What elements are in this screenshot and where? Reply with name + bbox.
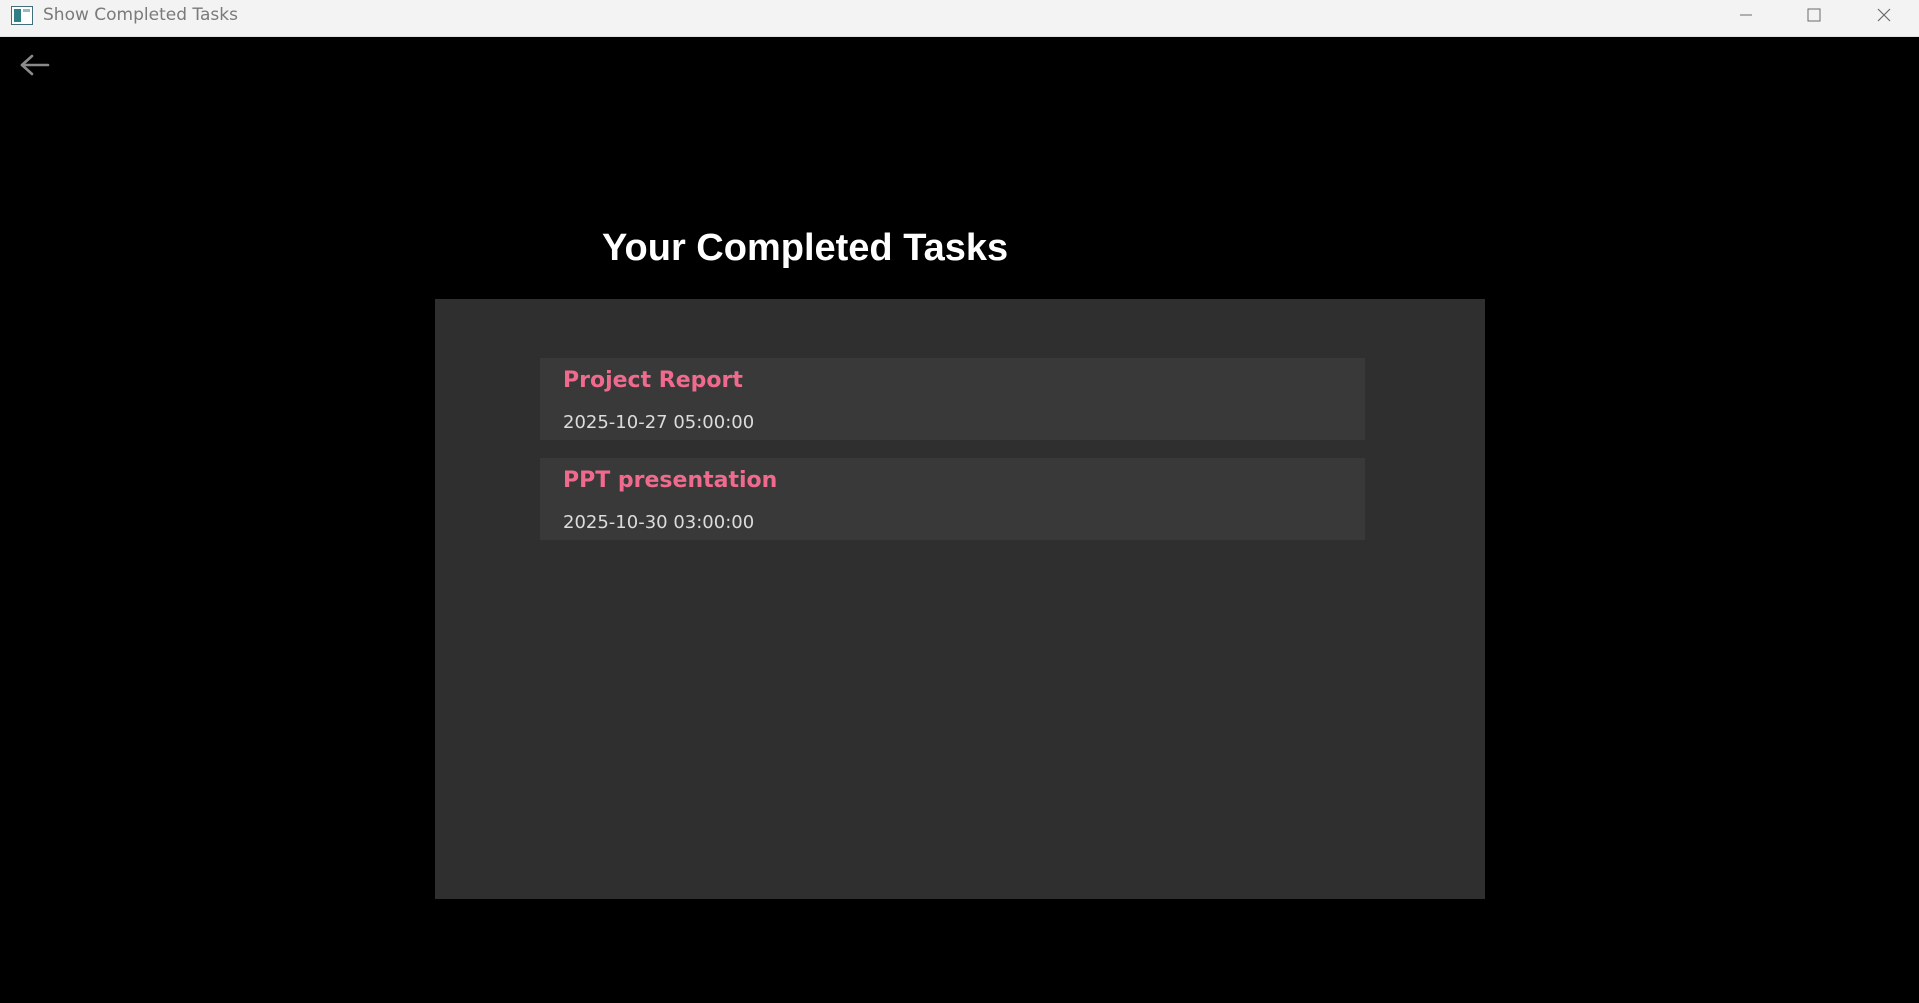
completed-tasks-panel[interactable]: Project Report 2025-10-27 05:00:00 PPT p… — [435, 299, 1485, 899]
back-button[interactable] — [14, 50, 56, 84]
task-card[interactable]: Project Report 2025-10-27 05:00:00 — [540, 358, 1365, 440]
minimize-icon — [1739, 8, 1753, 22]
app-window: Show Completed Tasks Your Completed Task… — [0, 0, 1919, 1003]
task-name: Project Report — [563, 368, 743, 393]
page-title: Your Completed Tasks — [602, 227, 1009, 269]
task-name: PPT presentation — [563, 468, 778, 493]
minimize-button[interactable] — [1712, 0, 1780, 30]
task-card[interactable]: PPT presentation 2025-10-30 03:00:00 — [540, 458, 1365, 540]
task-datetime: 2025-10-30 03:00:00 — [563, 512, 755, 533]
task-datetime: 2025-10-27 05:00:00 — [563, 412, 755, 433]
maximize-button[interactable] — [1780, 0, 1848, 30]
title-bar[interactable]: Show Completed Tasks — [0, 0, 1919, 37]
close-button[interactable] — [1850, 0, 1918, 30]
maximize-icon — [1807, 8, 1821, 22]
arrow-left-icon — [19, 54, 51, 80]
close-icon — [1876, 7, 1892, 23]
app-icon — [11, 6, 33, 25]
window-title: Show Completed Tasks — [43, 5, 238, 25]
